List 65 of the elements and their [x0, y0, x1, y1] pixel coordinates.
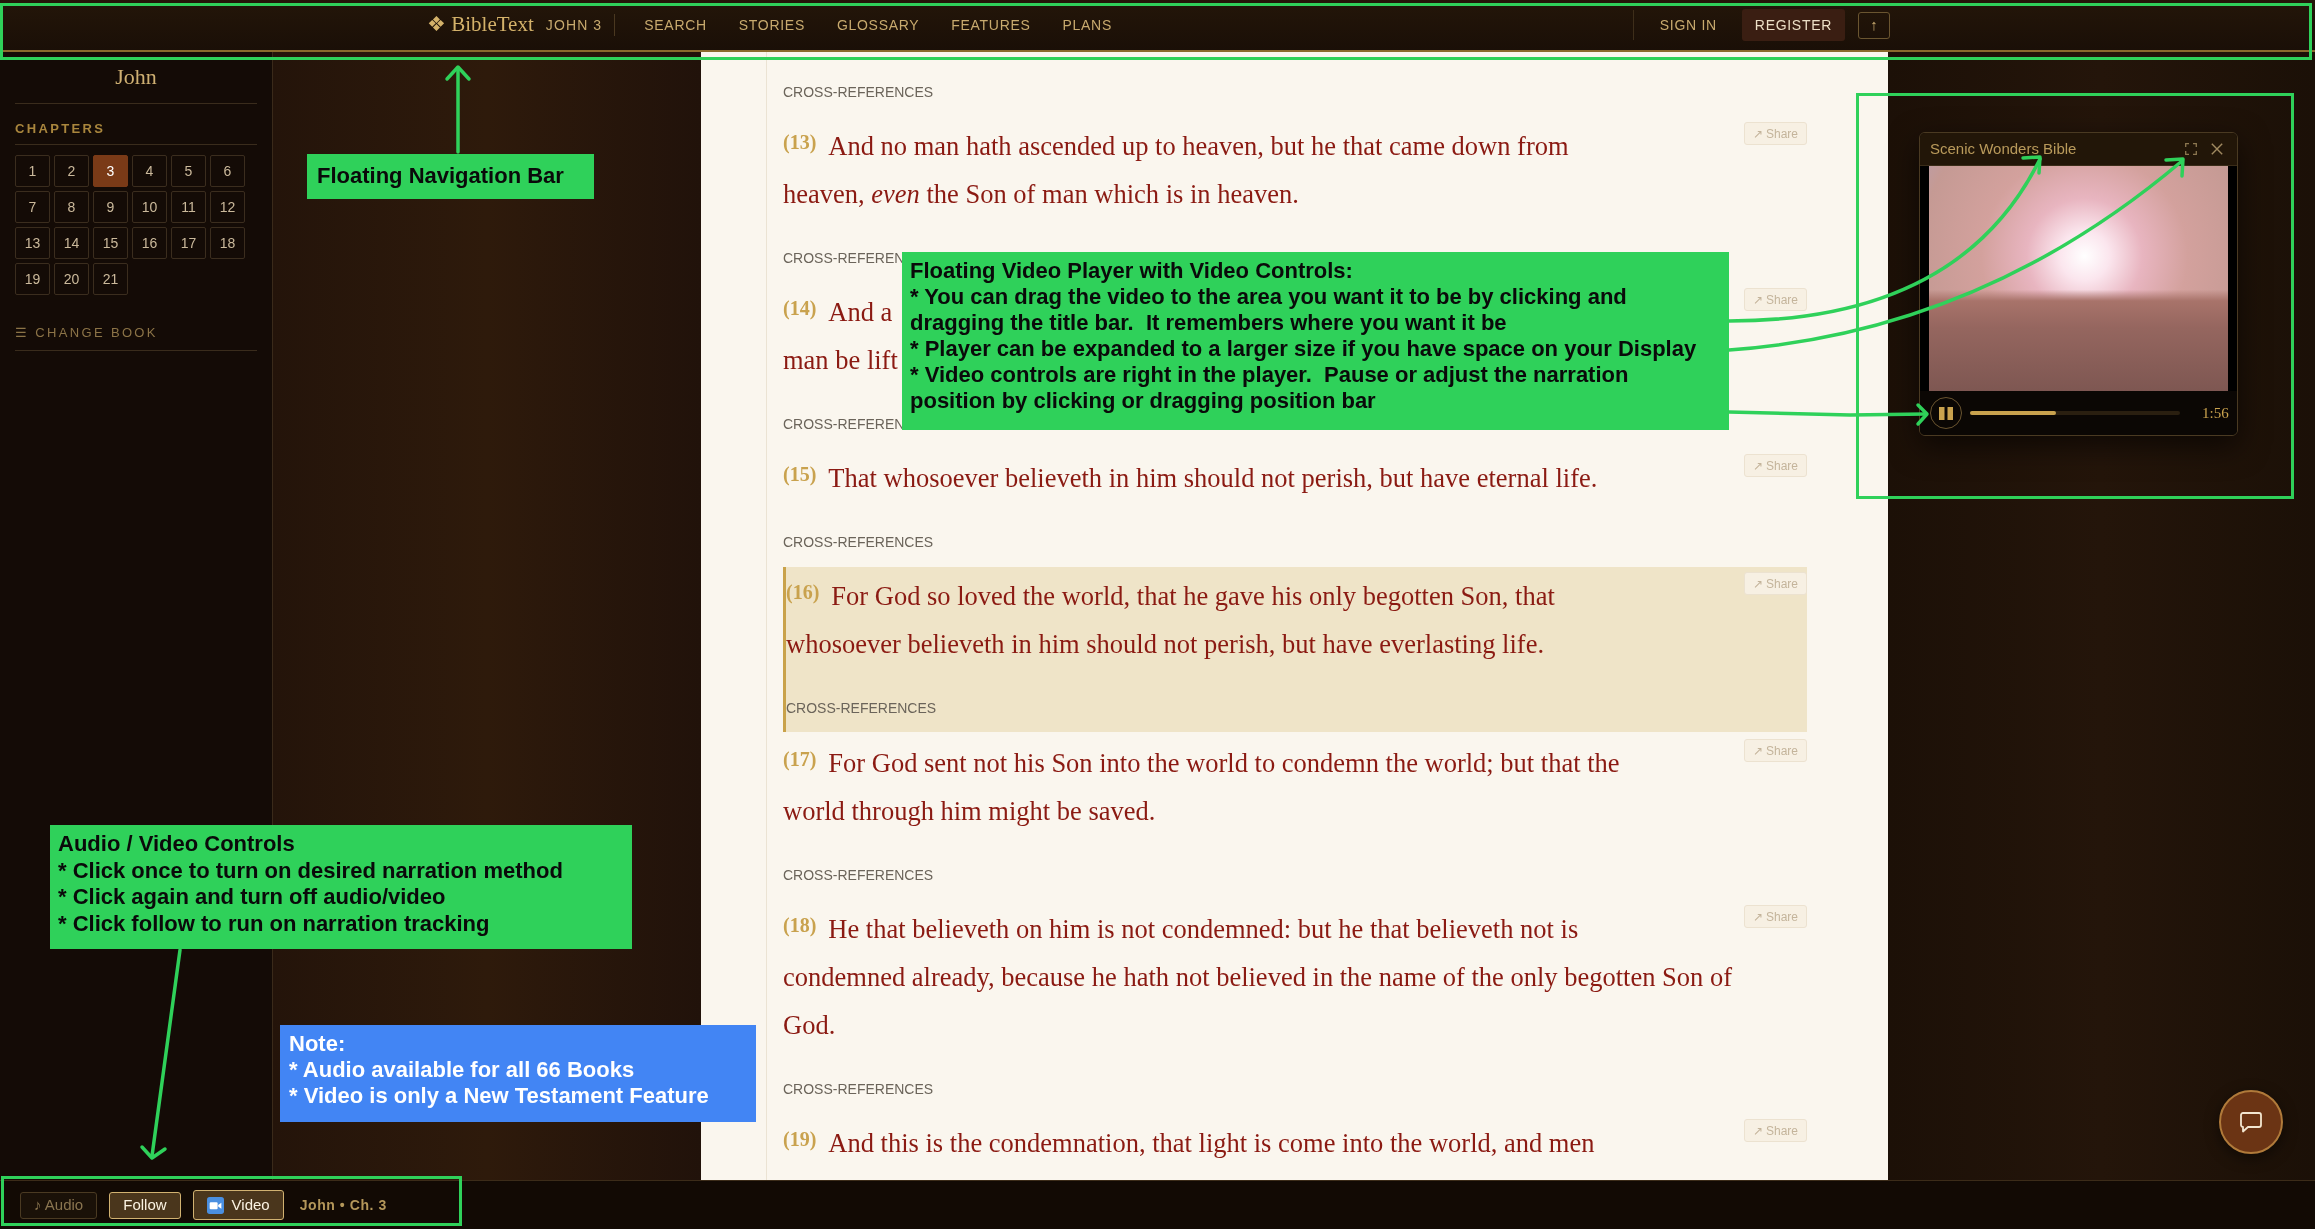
- verse-text: $^{(17)}$ For God sent not his Son into the world to condemn the world; but that the world through him might be saved.: [783, 748, 1620, 826]
- verse-text: $^{(19)}$ And this is the condemnation, that light is come into the world, and men: [783, 1128, 1595, 1158]
- chapter-button[interactable]: 18: [210, 227, 245, 259]
- chapter-button[interactable]: 21: [93, 263, 128, 295]
- chapter-button[interactable]: 7: [15, 191, 50, 223]
- nav-link[interactable]: SEARCH: [644, 14, 707, 36]
- chat-icon: [2240, 1111, 2262, 1133]
- chapter-button[interactable]: 13: [15, 227, 50, 259]
- nav-link[interactable]: GLOSSARY: [836, 14, 920, 36]
- cross-references-toggle[interactable]: CROSS-REFERENCES: [783, 1079, 934, 1099]
- account-button[interactable]: REGISTER: [1741, 9, 1845, 41]
- nav-link[interactable]: PLANS: [1062, 14, 1112, 36]
- verse-text: $^{(16)}$ For God so loved the world, that he gave his only begotten Son, that whosoever believeth in him should not perish, but have everlasting life.: [786, 581, 1555, 659]
- change-book-link[interactable]: ☰ CHANGE BOOK: [15, 324, 158, 342]
- annotation-callout: Audio / Video Controls * Click once to turn on desired narration method * Click again and turn off audio/video * Click follow to run on narration tracking: [50, 825, 632, 949]
- verse-text: $^{(14)}$ And a man be lift: [783, 297, 898, 375]
- chapter-button[interactable]: 9: [93, 191, 128, 223]
- close-icon[interactable]: [2211, 143, 2223, 155]
- nav-link[interactable]: FEATURES: [951, 14, 1031, 36]
- verse-text: $^{(13)}$ And no man hath ascended up to heaven, but he that came down from heaven, even the Son of man which is in heaven.: [783, 131, 1569, 209]
- cross-references-toggle[interactable]: CROSS-REFERENCES: [783, 82, 934, 102]
- chapter-button[interactable]: 10: [132, 191, 167, 223]
- chapter-button[interactable]: 14: [54, 227, 89, 259]
- annotation-callout: Floating Navigation Bar: [307, 154, 594, 199]
- time-label: 1:56: [2202, 403, 2229, 423]
- chapter-button[interactable]: 15: [93, 227, 128, 259]
- chapter-button[interactable]: 20: [54, 263, 89, 295]
- pause-icon: [1939, 406, 1953, 420]
- chapter-button[interactable]: 5: [171, 155, 206, 187]
- playback-toggle[interactable]: Video: [192, 1190, 284, 1220]
- location-label: John • Ch. 3: [299, 1195, 387, 1215]
- player-title: Scenic Wonders Bible: [1930, 138, 2077, 159]
- chapter-button[interactable]: 19: [15, 263, 50, 295]
- chapter-button[interactable]: 12: [210, 191, 245, 223]
- chapter-button[interactable]: 11: [171, 191, 206, 223]
- playback-toggle[interactable]: ♪ Audio: [20, 1191, 98, 1219]
- chapter-button[interactable]: 4: [132, 155, 167, 187]
- playback-toggle[interactable]: Follow: [109, 1191, 181, 1219]
- chapter-button[interactable]: 17: [171, 227, 206, 259]
- logo[interactable]: ❖ BibleText: [427, 9, 534, 41]
- cross-references-toggle[interactable]: CROSS-REFEREN: [783, 414, 905, 434]
- book-title: John: [115, 64, 157, 89]
- cross-references-toggle[interactable]: CROSS-REFERENCES: [786, 698, 937, 718]
- nav-link[interactable]: STORIES: [738, 14, 805, 36]
- chapter-button[interactable]: 6: [210, 155, 245, 187]
- cross-references-toggle[interactable]: CROSS-REFEREN: [783, 248, 905, 268]
- chapter-button[interactable]: 3: [93, 155, 128, 187]
- verse-text: $^{(15)}$ That whosoever believeth in him should not perish, but have eternal life.: [783, 463, 1598, 493]
- section-heading: CHAPTERS: [15, 120, 106, 138]
- verse-text: $^{(18)}$ He that believeth on him is not condemned: but he that believeth not is condemned already, because he hath not believed in the name of the only begotten Son of God.: [783, 914, 1733, 1040]
- chapter-button[interactable]: 2: [54, 155, 89, 187]
- chapter-button[interactable]: 1: [15, 155, 50, 187]
- cross-references-toggle[interactable]: CROSS-REFERENCES: [783, 532, 934, 552]
- chapter-button[interactable]: 8: [54, 191, 89, 223]
- player-title-bar[interactable]: Scenic Wonders Bible: [1920, 133, 2237, 166]
- scroll-top-button[interactable]: ↑: [1858, 11, 1890, 39]
- progress-track[interactable]: [1970, 411, 2180, 415]
- annotation-callout: Floating Video Player with Video Controls: * You can drag the video to the area you want it to be by clicking and dragging the title bar. It remembers where you want it be * Player can be expanded to a larger size if you have space on your Display * Video controls are right in the player. Pause or adjust the narration position by clicking or dragging position bar: [902, 252, 1729, 430]
- video-camera-icon: [206, 1196, 224, 1214]
- expand-icon[interactable]: [2185, 143, 2197, 155]
- chapter-label: JOHN 3: [545, 15, 603, 35]
- account-link[interactable]: SIGN IN: [1659, 14, 1717, 36]
- chapter-button[interactable]: 16: [132, 227, 167, 259]
- cross-references-toggle[interactable]: CROSS-REFERENCES: [783, 865, 934, 885]
- annotation-callout: Note: * Audio available for all 66 Books * Video is only a New Testament Feature: [280, 1025, 756, 1122]
